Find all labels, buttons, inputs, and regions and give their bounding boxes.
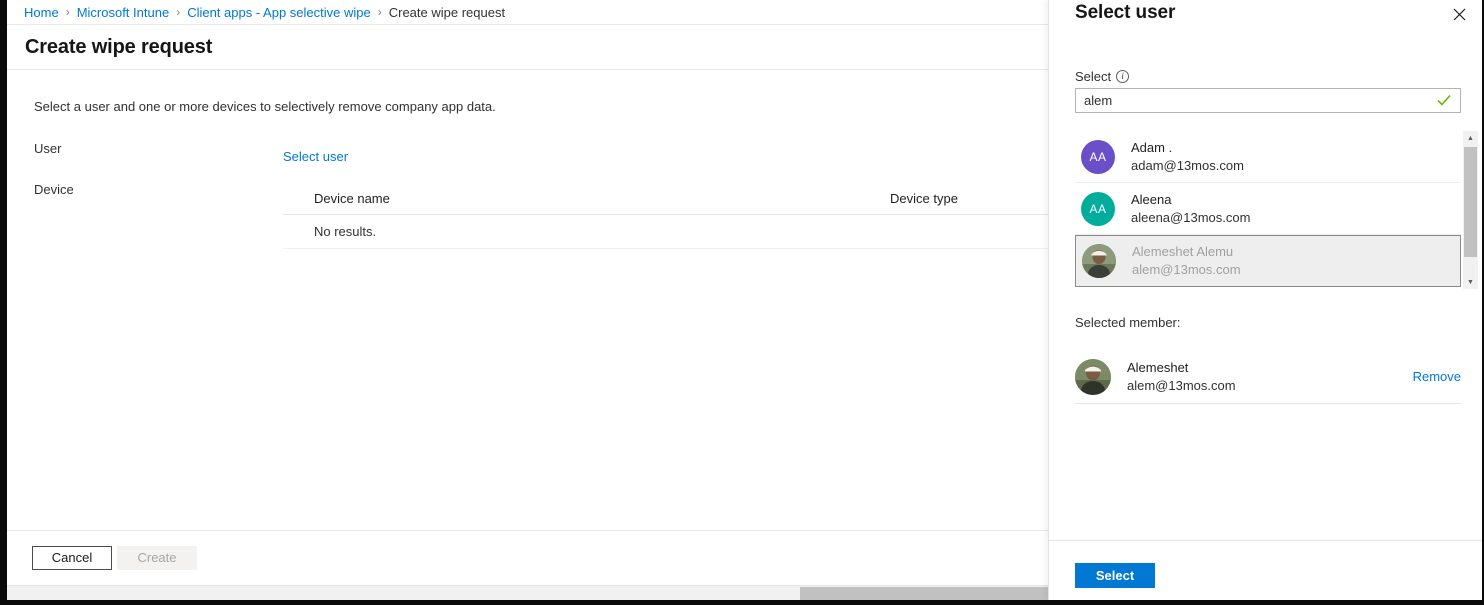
avatar-initials: AA bbox=[1089, 149, 1107, 164]
info-icon[interactable]: i bbox=[1116, 70, 1130, 83]
select-user-link[interactable]: Select user bbox=[283, 149, 348, 164]
horizontal-scrollbar-thumb[interactable] bbox=[800, 587, 1048, 600]
avatar: AA bbox=[1081, 139, 1115, 174]
panel-title: Select user bbox=[1075, 2, 1176, 23]
user-result-text: Alemeshet Alemu alem@13mos.com bbox=[1132, 243, 1241, 278]
breadcrumb-item-create-wipe-request: Create wipe request bbox=[388, 4, 506, 20]
user-field-label: User bbox=[34, 141, 62, 156]
selected-member-row: Alemeshet alem@13mos.com Remove bbox=[1075, 350, 1461, 404]
remove-member-link[interactable]: Remove bbox=[1413, 369, 1461, 384]
breadcrumb: Home › Microsoft Intune › Client apps - … bbox=[7, 0, 1048, 25]
avatar-photo bbox=[1082, 244, 1116, 278]
breadcrumb-separator-icon: › bbox=[176, 5, 181, 19]
user-search-box[interactable] bbox=[1075, 88, 1461, 113]
device-table-header: Device name Device type bbox=[283, 183, 1048, 215]
horizontal-scrollbar[interactable] bbox=[7, 585, 1048, 601]
breadcrumb-item-microsoft-intune[interactable]: Microsoft Intune bbox=[77, 5, 170, 20]
create-button: Create bbox=[117, 546, 197, 570]
breadcrumb-item-home[interactable]: Home bbox=[24, 5, 59, 20]
scroll-up-arrow-icon[interactable]: ▲ bbox=[1463, 131, 1478, 145]
column-header-device-name[interactable]: Device name bbox=[314, 191, 890, 206]
avatar-initials: AA bbox=[1089, 201, 1107, 216]
selected-member-label: Selected member: bbox=[1075, 315, 1181, 330]
cancel-button[interactable]: Cancel bbox=[32, 546, 112, 570]
breadcrumb-separator-icon: › bbox=[65, 5, 70, 19]
user-result-text: Aleena aleena@13mos.com bbox=[1131, 191, 1250, 226]
create-wipe-request-pane: Home › Microsoft Intune › Client apps - … bbox=[7, 0, 1048, 600]
user-results-list[interactable]: AA Adam . adam@13mos.com AA Aleena aleen… bbox=[1075, 131, 1461, 289]
window-frame-bottom bbox=[0, 600, 1484, 605]
user-result-row[interactable]: AA Adam . adam@13mos.com bbox=[1075, 131, 1461, 183]
user-result-row[interactable]: AA Aleena aleena@13mos.com bbox=[1075, 183, 1461, 235]
breadcrumb-item-client-apps[interactable]: Client apps - App selective wipe bbox=[187, 5, 371, 20]
column-header-device-type[interactable]: Device type bbox=[890, 191, 958, 206]
main-footer: Cancel Create bbox=[7, 530, 1048, 586]
breadcrumb-separator-icon: › bbox=[377, 5, 382, 19]
page-title: Create wipe request bbox=[7, 26, 1048, 70]
user-list-scrollbar[interactable]: ▲ ▼ bbox=[1463, 131, 1478, 289]
device-table-empty-row: No results. bbox=[283, 215, 1048, 249]
select-button[interactable]: Select bbox=[1075, 563, 1155, 588]
close-icon[interactable] bbox=[1448, 3, 1470, 25]
user-result-text: Adam . adam@13mos.com bbox=[1131, 139, 1244, 174]
avatar-photo bbox=[1075, 358, 1111, 395]
user-result-row-selected[interactable]: Alemeshet Alemu alem@13mos.com bbox=[1075, 235, 1461, 287]
user-result-email: aleena@13mos.com bbox=[1131, 209, 1251, 225]
intro-description: Select a user and one or more devices to… bbox=[34, 99, 496, 114]
select-field-label: Select i bbox=[1075, 69, 1130, 84]
user-result-name: Alemeshet Alemu bbox=[1132, 244, 1234, 260]
app-screen: Home › Microsoft Intune › Client apps - … bbox=[0, 0, 1484, 605]
user-result-email: alem@13mos.com bbox=[1132, 262, 1241, 277]
user-search-input[interactable] bbox=[1076, 89, 1428, 112]
selected-member-email: alem@13mos.com bbox=[1127, 377, 1236, 393]
device-field-label: Device bbox=[34, 182, 74, 197]
select-user-panel: Select user Select i AA bbox=[1048, 0, 1482, 600]
user-result-name: Adam . bbox=[1131, 139, 1173, 155]
window-frame-left bbox=[0, 0, 7, 605]
user-result-email: adam@13mos.com bbox=[1131, 157, 1244, 173]
scroll-down-arrow-icon[interactable]: ▼ bbox=[1463, 275, 1478, 289]
panel-footer: Select bbox=[1049, 540, 1482, 600]
select-field-label-text: Select bbox=[1075, 69, 1112, 84]
selected-member-text: Alemeshet alem@13mos.com bbox=[1127, 359, 1236, 394]
avatar: AA bbox=[1081, 191, 1115, 226]
device-table: Device name Device type No results. bbox=[283, 183, 1048, 249]
valid-check-icon bbox=[1436, 92, 1452, 108]
selected-member-name: Alemeshet bbox=[1127, 359, 1189, 375]
main-body: Select a user and one or more devices to… bbox=[7, 71, 1048, 529]
user-list-scrollbar-thumb[interactable] bbox=[1464, 147, 1477, 257]
user-result-name: Aleena bbox=[1131, 191, 1172, 207]
